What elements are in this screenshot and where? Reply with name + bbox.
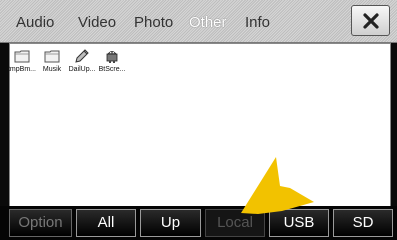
tab-photo[interactable]: Photo bbox=[132, 12, 175, 34]
android-file-icon bbox=[106, 51, 118, 63]
media-browser-screen: Audio Video Photo Other Info tmpBm... Mu… bbox=[0, 0, 397, 240]
file-list-panel: tmpBm... Musik DailUp... BtScre... bbox=[8, 43, 391, 207]
tab-audio[interactable]: Audio bbox=[14, 12, 56, 34]
close-icon bbox=[362, 12, 379, 29]
file-item-btscre[interactable]: BtScre... bbox=[94, 48, 130, 73]
tab-info[interactable]: Info bbox=[243, 12, 272, 34]
up-button[interactable]: Up bbox=[140, 209, 201, 237]
usb-button[interactable]: USB bbox=[269, 209, 329, 237]
tab-other[interactable]: Other bbox=[187, 12, 229, 34]
all-button[interactable]: All bbox=[76, 209, 136, 237]
close-button[interactable] bbox=[351, 5, 390, 36]
sd-button[interactable]: SD bbox=[333, 209, 393, 237]
folder-icon bbox=[14, 50, 30, 63]
pen-file-icon bbox=[75, 49, 89, 63]
local-button[interactable]: Local bbox=[205, 209, 265, 237]
tab-video[interactable]: Video bbox=[76, 12, 118, 34]
bottom-toolbar: Option All Up Local USB SD bbox=[0, 206, 397, 240]
category-tab-bar: Audio Video Photo Other Info bbox=[0, 0, 397, 43]
option-button[interactable]: Option bbox=[9, 209, 72, 237]
file-label: BtScre... bbox=[98, 66, 126, 73]
folder-icon bbox=[44, 50, 60, 63]
